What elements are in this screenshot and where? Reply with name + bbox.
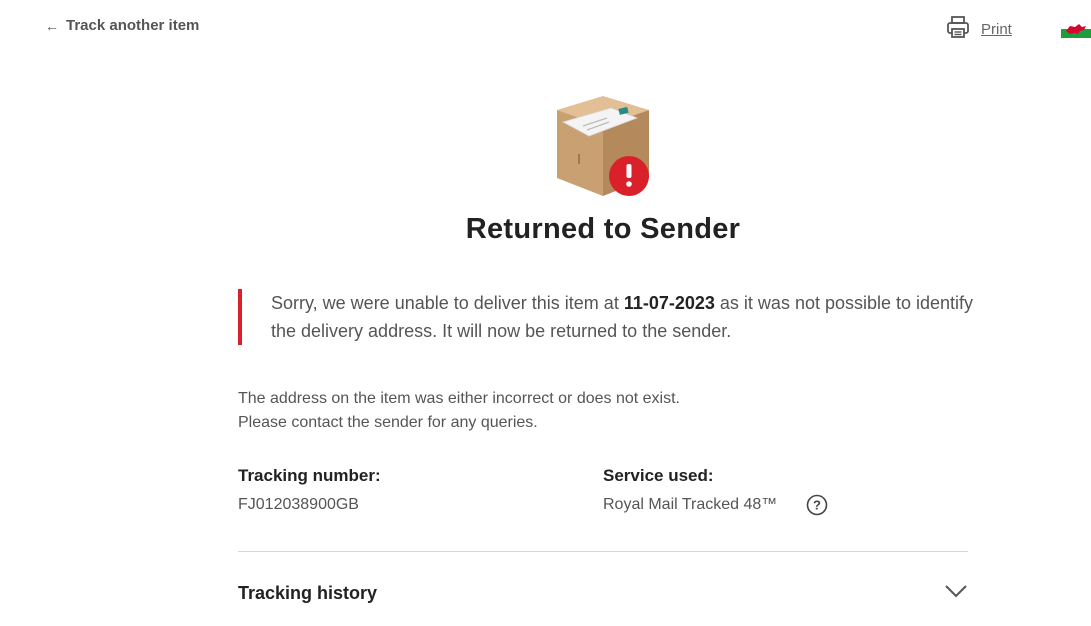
svg-text:?: ? [813, 498, 821, 513]
status-message-date: 11-07-2023 [623, 293, 715, 313]
section-divider [238, 551, 968, 552]
question-circle-icon[interactable]: ? [806, 494, 828, 516]
tracking-page: ← Track another item Print Returned to S… [0, 0, 1091, 626]
arrow-left-icon: ← [45, 17, 59, 34]
chevron-down-icon [944, 583, 968, 599]
tracking-number-value: FJ012038900GB [238, 496, 359, 513]
welsh-flag-icon[interactable] [1061, 20, 1091, 38]
tracking-number-label: Tracking number: [238, 466, 381, 485]
explanation-line-1: The address on the item was either incor… [238, 390, 680, 407]
explanation-line-2: Please contact the sender for any querie… [238, 414, 538, 431]
print-link[interactable]: Print [946, 15, 1012, 44]
service-used-value: Royal Mail Tracked 48™ [603, 496, 778, 513]
status-explanation: The address on the item was either incor… [238, 387, 680, 435]
tracking-history-title: Tracking history [238, 583, 378, 603]
print-label: Print [981, 21, 1012, 38]
track-another-item-link[interactable]: ← Track another item [45, 17, 199, 34]
parcel-alert-icon [549, 92, 657, 200]
service-used-label: Service used: [603, 466, 714, 485]
tracking-history-toggle[interactable]: Tracking history [238, 573, 968, 613]
status-message-text-start: Sorry, we were unable to deliver this it… [271, 293, 624, 313]
status-message: Sorry, we were unable to deliver this it… [238, 289, 978, 345]
back-link-label: Track another item [66, 17, 200, 34]
printer-icon [946, 15, 970, 44]
status-title: Returned to Sender [465, 213, 741, 245]
